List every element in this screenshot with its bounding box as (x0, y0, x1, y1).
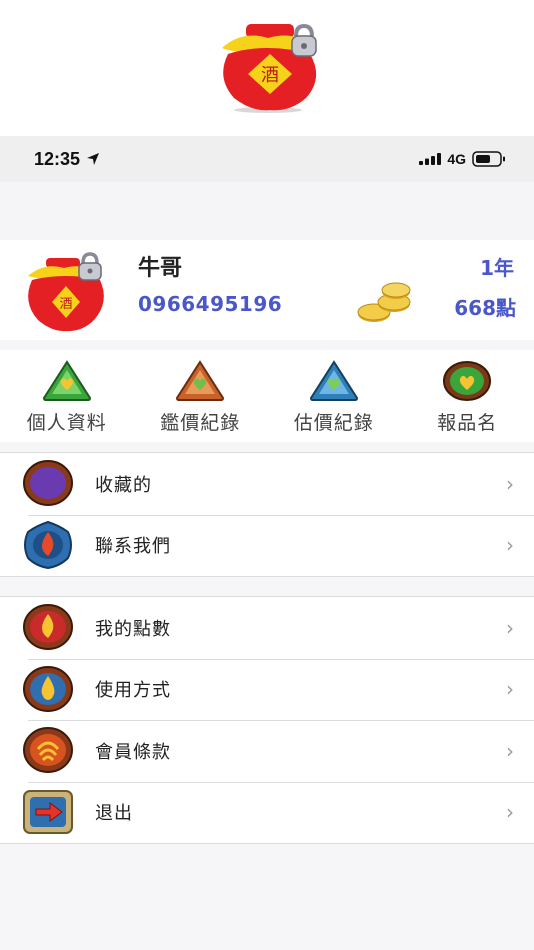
gold-coins-icon (357, 282, 411, 322)
menu-item-logout[interactable]: 退出 › (0, 781, 534, 844)
chevron-right-icon: › (506, 615, 514, 640)
top-banner: 酒 (0, 0, 534, 136)
blue-triangle-badge-icon (309, 360, 358, 401)
points-balance: 668點 (454, 296, 516, 320)
logo-glyph: 酒 (261, 65, 279, 86)
quick-action-appraisal-records[interactable]: 鑑價紀錄 (134, 350, 268, 442)
menu-item-label: 會員條款 (95, 741, 171, 763)
battery-icon (472, 151, 505, 167)
avatar-glyph: 酒 (59, 297, 72, 312)
menu-item-favorites[interactable]: 收藏的 › (0, 453, 534, 515)
network-type: 4G (447, 151, 466, 167)
menu-item-label: 退出 (95, 803, 133, 825)
wine-jar-logo-icon: 酒 (222, 23, 317, 113)
profile-card[interactable]: 酒 牛哥 1年 0966495196 668點 (0, 240, 534, 340)
location-arrow-icon (87, 153, 100, 165)
chevron-right-icon: › (506, 677, 514, 702)
chevron-right-icon: › (506, 738, 514, 763)
menu-item-label: 使用方式 (95, 680, 171, 702)
orange-swirl-badge-icon (23, 727, 73, 773)
quick-action-report-name[interactable]: 報品名 (401, 350, 534, 442)
chevron-right-icon: › (506, 533, 514, 558)
quick-action-label: 估價紀錄 (293, 412, 374, 434)
membership-duration: 1年 (480, 256, 514, 280)
menu-item-label: 我的點數 (95, 618, 171, 640)
user-phone: 0966495196 (138, 292, 283, 316)
quick-action-estimate-records[interactable]: 估價紀錄 (267, 350, 401, 442)
blue-drop-badge-icon (23, 665, 73, 712)
menu-item-how-to-use[interactable]: 使用方式 › (0, 658, 534, 721)
menu-item-my-points[interactable]: 我的點數 › (0, 597, 534, 659)
chevron-right-icon: › (506, 471, 514, 496)
green-triangle-badge-icon (42, 360, 91, 401)
red-flame-badge-icon (23, 604, 73, 650)
spacer (0, 182, 534, 240)
quick-actions: 個人資料 鑑價紀錄 估價紀錄 報品名 (0, 350, 534, 442)
menu-item-label: 收藏的 (95, 474, 152, 496)
purple-moon-badge-icon (23, 460, 73, 506)
exit-arrow-icon (23, 789, 73, 834)
quick-action-label: 鑑價紀錄 (160, 412, 241, 434)
orange-triangle-badge-icon (176, 360, 225, 401)
menu-item-contact-us[interactable]: 聯系我們 › (0, 514, 534, 577)
quick-action-label: 報品名 (437, 412, 498, 434)
quick-action-profile[interactable]: 個人資料 (0, 350, 134, 442)
menu-group-primary: 收藏的 › 聯系我們 › (0, 452, 534, 577)
status-time: 12:35 (34, 148, 81, 169)
avatar: 酒 (28, 252, 104, 332)
chevron-right-icon: › (506, 800, 514, 825)
signal-bars-icon (419, 153, 442, 165)
blue-flame-badge-icon (24, 520, 72, 569)
status-bar: 12:35 4G (0, 136, 534, 182)
menu-item-member-terms[interactable]: 會員條款 › (0, 720, 534, 782)
menu-item-label: 聯系我們 (95, 536, 171, 558)
quick-action-label: 個人資料 (26, 412, 107, 434)
user-name: 牛哥 (138, 256, 183, 281)
green-round-badge-icon (443, 361, 492, 401)
menu-group-secondary: 我的點數 › 使用方式 › 會員條款 › 退出 › (0, 596, 534, 844)
